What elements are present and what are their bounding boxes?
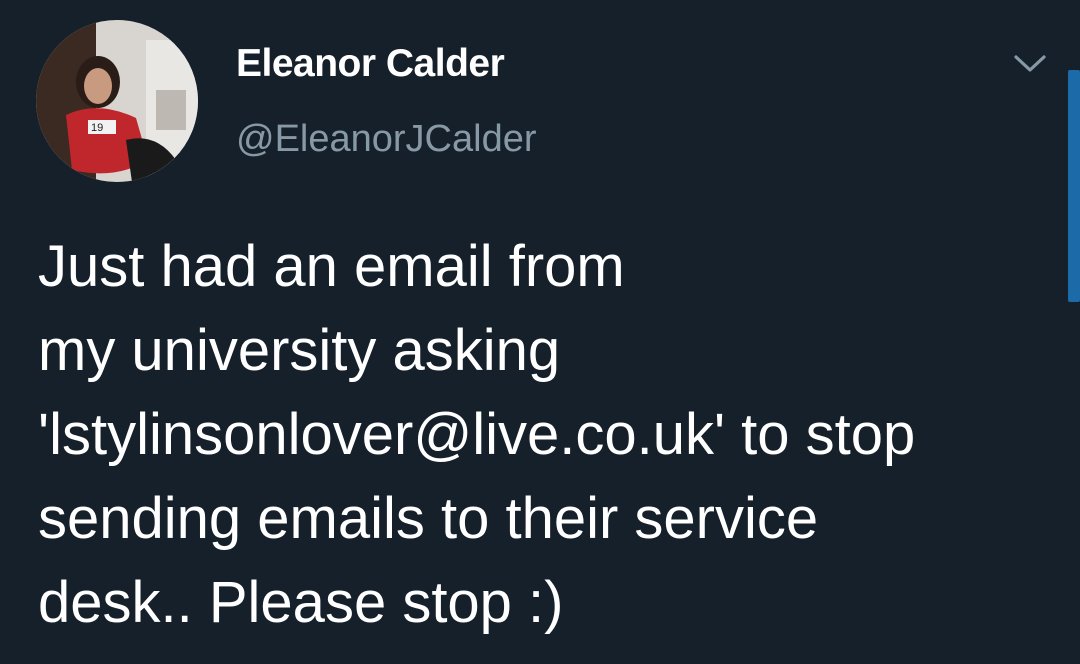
tweet-text-line: desk.. Please stop :) [38, 570, 564, 635]
avatar[interactable]: 19 [36, 20, 198, 182]
tweet-text-line: my university asking [38, 318, 561, 383]
author-handle[interactable]: @EleanorJCalder [236, 118, 537, 161]
tweet-menu-button[interactable] [1010, 48, 1050, 78]
tweet-card: 19 Eleanor Calder @EleanorJCalder Just h… [0, 0, 1080, 664]
tweet-text-line: Just had an email from [38, 234, 625, 299]
svg-text:19: 19 [91, 122, 103, 134]
tweet-text-line: sending emails to their service [38, 486, 819, 551]
profile-photo-icon: 19 [36, 20, 198, 182]
chevron-down-icon [1014, 55, 1046, 72]
tweet-text: Just had an email from my university ask… [38, 225, 1058, 645]
scrollbar-thumb[interactable] [1068, 70, 1080, 302]
tweet-text-line: 'lstylinsonlover@live.co.uk' to stop [38, 402, 916, 467]
author-display-name[interactable]: Eleanor Calder [236, 42, 505, 86]
